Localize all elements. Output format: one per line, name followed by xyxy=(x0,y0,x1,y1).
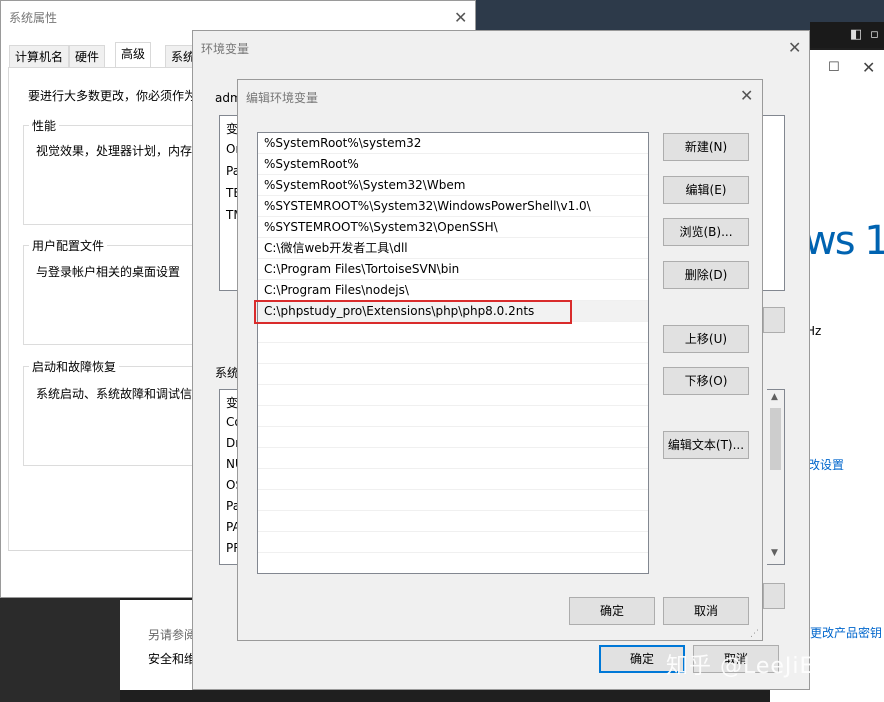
list-item[interactable]: C:\微信web开发者工具\dll xyxy=(258,238,648,259)
window-restore-icon[interactable]: ▫ xyxy=(870,27,879,42)
performance-label: 性能 xyxy=(29,117,60,134)
cancel-button[interactable]: 取消 xyxy=(663,597,749,625)
ok-button[interactable]: 确定 xyxy=(569,597,655,625)
list-item[interactable]: C:\Program Files\nodejs\ xyxy=(258,280,648,301)
admin-notice: 要进行大多数更改，你必须作为 xyxy=(28,89,197,103)
system-vars-scrollbar[interactable]: ▲ ▼ xyxy=(767,389,785,565)
resize-grip-icon[interactable]: ⋰ xyxy=(750,629,759,639)
user-vars-button[interactable] xyxy=(763,307,785,333)
list-item-empty[interactable] xyxy=(258,364,648,385)
list-item-empty[interactable] xyxy=(258,406,648,427)
close-icon[interactable]: ✕ xyxy=(788,40,801,56)
list-item[interactable]: %SystemRoot%\System32\Wbem xyxy=(258,175,648,196)
list-item-empty[interactable] xyxy=(258,343,648,364)
close-icon[interactable]: ✕ xyxy=(740,88,753,104)
list-item-empty[interactable] xyxy=(258,427,648,448)
list-item-empty[interactable] xyxy=(258,511,648,532)
window-layout-icon[interactable]: ◧ xyxy=(850,27,862,42)
security-link[interactable]: 安全和维 xyxy=(148,650,196,667)
change-settings-link[interactable]: 改设置 xyxy=(808,456,844,473)
list-item[interactable]: %SystemRoot%\system32 xyxy=(258,133,648,154)
edit-text-button[interactable]: 编辑文本(T)... xyxy=(663,431,749,459)
move-up-button[interactable]: 上移(U) xyxy=(663,325,749,353)
startup-recovery-group xyxy=(23,366,199,466)
list-item-empty[interactable] xyxy=(258,490,648,511)
system-vars-section-label: 系统 xyxy=(215,366,240,380)
performance-desc: 视觉效果，处理器计划，内存使 xyxy=(36,144,205,158)
scroll-down-icon[interactable]: ▼ xyxy=(771,548,778,558)
user-profile-label: 用户配置文件 xyxy=(29,237,108,254)
new-button[interactable]: 新建(N) xyxy=(663,133,749,161)
window-title: 环境变量 xyxy=(201,42,250,56)
startup-recovery-label: 启动和故障恢复 xyxy=(29,358,120,375)
top-right-titlebar: ◧ ▫ xyxy=(810,22,884,48)
list-item-empty[interactable] xyxy=(258,532,648,553)
edit-environment-variable-dialog: 编辑环境变量 ✕ %SystemRoot%\system32 %SystemRo… xyxy=(237,79,763,641)
close-icon[interactable]: ✕ xyxy=(454,10,467,26)
list-item[interactable]: %SystemRoot% xyxy=(258,154,648,175)
performance-group xyxy=(23,125,199,225)
list-item[interactable]: %SYSTEMROOT%\System32\WindowsPowerShell\… xyxy=(258,196,648,217)
startup-recovery-desc: 系统启动、系统故障和调试信息 xyxy=(36,387,205,401)
path-list[interactable]: %SystemRoot%\system32 %SystemRoot% %Syst… xyxy=(257,132,649,574)
browse-button[interactable]: 浏览(B)... xyxy=(663,218,749,246)
user-profile-desc: 与登录帐户相关的桌面设置 xyxy=(36,265,181,279)
list-item-empty[interactable] xyxy=(258,469,648,490)
windows10-logo-text: ws 10 xyxy=(804,218,884,264)
tab-advanced[interactable]: 高级 xyxy=(115,42,152,68)
delete-button[interactable]: 删除(D) xyxy=(663,261,749,289)
change-product-key-link[interactable]: 更改产品密钥 xyxy=(810,624,882,641)
list-item-empty[interactable] xyxy=(258,448,648,469)
move-down-button[interactable]: 下移(O) xyxy=(663,367,749,395)
system-vars-button[interactable] xyxy=(763,583,785,609)
window-title: 系统属性 xyxy=(9,11,58,25)
scroll-thumb[interactable] xyxy=(770,408,781,470)
user-profile-group xyxy=(23,245,199,345)
dialog-title: 编辑环境变量 xyxy=(246,91,319,105)
watermark: 知乎 @LeeJiEun xyxy=(666,654,845,679)
tab-computer-name[interactable]: 计算机名 xyxy=(9,45,70,67)
maximize-icon[interactable]: ☐ xyxy=(828,60,840,75)
list-item-empty[interactable] xyxy=(258,385,648,406)
tab-hardware[interactable]: 硬件 xyxy=(69,45,106,67)
list-item[interactable]: C:\Program Files\TortoiseSVN\bin xyxy=(258,259,648,280)
close-icon[interactable]: ✕ xyxy=(862,58,875,77)
see-also-label: 另请参阅 xyxy=(148,628,197,642)
scroll-up-icon[interactable]: ▲ xyxy=(771,392,778,402)
edit-button[interactable]: 编辑(E) xyxy=(663,176,749,204)
user-vars-list-right xyxy=(763,115,785,291)
list-item[interactable]: %SYSTEMROOT%\System32\OpenSSH\ xyxy=(258,217,648,238)
list-item-empty[interactable] xyxy=(258,322,648,343)
highlight-box xyxy=(254,300,572,324)
